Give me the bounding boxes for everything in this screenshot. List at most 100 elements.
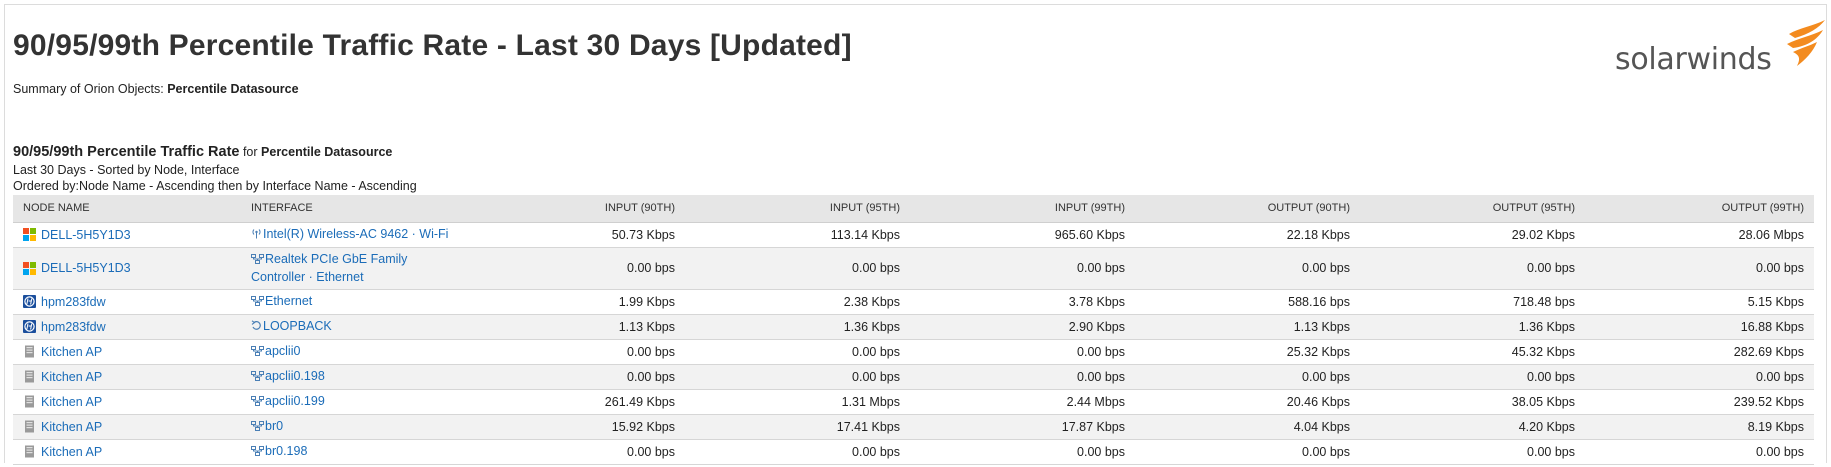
- node-cell: Kitchen AP: [13, 389, 241, 415]
- windows-icon: [23, 261, 36, 275]
- output-99th-value: 282.69 Kbps: [1585, 339, 1814, 365]
- device-icon: [23, 445, 36, 458]
- interface-cell: apclii0.198: [241, 364, 461, 390]
- node-cell: DELL-5H5Y1D3: [13, 222, 241, 248]
- interface-cell: br0.198: [241, 439, 461, 465]
- section-datasource: Percentile Datasource: [261, 145, 393, 159]
- interface-link[interactable]: apclii0.198: [265, 369, 325, 383]
- output-95th-value: 45.32 Kbps: [1360, 339, 1585, 365]
- output-90th-value: 0.00 bps: [1135, 439, 1360, 465]
- node-cell: DELL-5H5Y1D3: [13, 247, 241, 290]
- device-icon: [23, 420, 36, 433]
- input-90th-value: 0.00 bps: [461, 247, 685, 290]
- interface-link[interactable]: Intel(R) Wireless-AC 9462 · Wi-Fi: [263, 227, 448, 241]
- input-95th-value: 1.31 Mbps: [685, 389, 910, 415]
- output-95th-value: 0.00 bps: [1360, 247, 1585, 290]
- node-link[interactable]: Kitchen AP: [41, 395, 102, 409]
- interface-cell: apclii0.199: [241, 389, 461, 415]
- wireless-icon: [251, 227, 262, 244]
- interface-link[interactable]: Ethernet: [265, 294, 312, 308]
- sort-description: Last 30 Days - Sorted by Node, Interface: [13, 163, 240, 177]
- col-interface[interactable]: INTERFACE: [241, 195, 461, 223]
- node-link[interactable]: Kitchen AP: [41, 445, 102, 459]
- output-90th-value: 588.16 bps: [1135, 289, 1360, 315]
- interface-cell: apclii0: [241, 339, 461, 365]
- interface-cell: Ethernet: [241, 289, 461, 315]
- device-icon: [23, 370, 36, 383]
- node-link[interactable]: Kitchen AP: [41, 420, 102, 434]
- output-90th-value: 1.13 Kbps: [1135, 314, 1360, 340]
- table-row: hpm283fdw LOOPBACK 1.13 Kbps 1.36 Kbps 2.90 …: [13, 314, 1814, 340]
- ethernet-icon: [251, 394, 264, 411]
- interface-link[interactable]: Realtek PCIe GbE Family Controller · Eth…: [251, 252, 407, 284]
- ethernet-icon: [251, 252, 264, 269]
- table-row: Kitchen AP apclii0.199 261.49 Kbps 1.31 Mbp…: [13, 389, 1814, 415]
- page-title: 90/95/99th Percentile Traffic Rate - Las…: [13, 29, 852, 62]
- summary-label: Summary of Orion Objects:: [13, 82, 168, 96]
- input-95th-value: 0.00 bps: [685, 364, 910, 390]
- output-99th-value: 239.52 Kbps: [1585, 389, 1814, 415]
- interface-link[interactable]: br0: [265, 419, 283, 433]
- hp-icon: [23, 295, 36, 308]
- section-for-text: for: [239, 145, 262, 159]
- input-95th-value: 0.00 bps: [685, 339, 910, 365]
- output-99th-value: 8.19 Kbps: [1585, 414, 1814, 440]
- col-input-99th[interactable]: INPUT (99TH): [910, 195, 1135, 223]
- input-99th-value: 0.00 bps: [910, 247, 1135, 290]
- col-node-name[interactable]: NODE NAME: [13, 195, 241, 223]
- input-90th-value: 0.00 bps: [461, 439, 685, 465]
- output-95th-value: 0.00 bps: [1360, 439, 1585, 465]
- input-99th-value: 965.60 Kbps: [910, 222, 1135, 248]
- table-row: hpm283fdw Ethernet 1.99 Kbps 2.38 Kbps 3.78 …: [13, 289, 1814, 315]
- node-link[interactable]: Kitchen AP: [41, 370, 102, 384]
- node-cell: Kitchen AP: [13, 439, 241, 465]
- interface-link[interactable]: apclii0.199: [265, 394, 325, 408]
- col-output-99th[interactable]: OUTPUT (99TH): [1585, 195, 1814, 223]
- input-95th-value: 17.41 Kbps: [685, 414, 910, 440]
- input-90th-value: 0.00 bps: [461, 364, 685, 390]
- node-link[interactable]: DELL-5H5Y1D3: [41, 261, 131, 275]
- col-input-90th[interactable]: INPUT (90TH): [461, 195, 685, 223]
- output-99th-value: 5.15 Kbps: [1585, 289, 1814, 315]
- node-cell: Kitchen AP: [13, 414, 241, 440]
- interface-cell: br0: [241, 414, 461, 440]
- col-output-95th[interactable]: OUTPUT (95TH): [1360, 195, 1585, 223]
- output-95th-value: 0.00 bps: [1360, 364, 1585, 390]
- percentile-table: NODE NAME INTERFACE INPUT (90TH) INPUT (…: [13, 195, 1814, 465]
- input-90th-value: 1.13 Kbps: [461, 314, 685, 340]
- input-95th-value: 2.38 Kbps: [685, 289, 910, 315]
- node-link[interactable]: hpm283fdw: [41, 295, 106, 309]
- output-90th-value: 4.04 Kbps: [1135, 414, 1360, 440]
- logo-flame-icon: [1787, 20, 1825, 66]
- output-95th-value: 4.20 Kbps: [1360, 414, 1585, 440]
- loopback-icon: [251, 319, 262, 336]
- table-row: Kitchen AP apclii0.198 0.00 bps 0.00 bps 0.0…: [13, 364, 1814, 390]
- output-99th-value: 0.00 bps: [1585, 247, 1814, 290]
- input-90th-value: 261.49 Kbps: [461, 389, 685, 415]
- output-95th-value: 1.36 Kbps: [1360, 314, 1585, 340]
- logo-text: solarwinds: [1615, 42, 1772, 77]
- order-description: Ordered by:Node Name - Ascending then by…: [13, 179, 417, 193]
- interface-link[interactable]: LOOPBACK: [263, 319, 332, 333]
- section-title-text: 90/95/99th Percentile Traffic Rate: [13, 144, 240, 160]
- output-99th-value: 28.06 Mbps: [1585, 222, 1814, 248]
- output-90th-value: 20.46 Kbps: [1135, 389, 1360, 415]
- node-cell: hpm283fdw: [13, 314, 241, 340]
- node-link[interactable]: Kitchen AP: [41, 345, 102, 359]
- table-row: Kitchen AP br0.198 0.00 bps 0.00 bps 0.00 bp…: [13, 439, 1814, 465]
- node-link[interactable]: DELL-5H5Y1D3: [41, 228, 131, 242]
- col-output-90th[interactable]: OUTPUT (90TH): [1135, 195, 1360, 223]
- col-input-95th[interactable]: INPUT (95TH): [685, 195, 910, 223]
- input-99th-value: 0.00 bps: [910, 339, 1135, 365]
- interface-link[interactable]: br0.198: [265, 444, 307, 458]
- output-90th-value: 25.32 Kbps: [1135, 339, 1360, 365]
- interface-cell: Realtek PCIe GbE Family Controller · Eth…: [241, 247, 461, 290]
- input-99th-value: 3.78 Kbps: [910, 289, 1135, 315]
- interface-link[interactable]: apclii0: [265, 344, 300, 358]
- output-95th-value: 38.05 Kbps: [1360, 389, 1585, 415]
- node-link[interactable]: hpm283fdw: [41, 320, 106, 334]
- input-99th-value: 2.44 Mbps: [910, 389, 1135, 415]
- solarwinds-logo: solarwinds: [1615, 20, 1825, 80]
- interface-cell: LOOPBACK: [241, 314, 461, 340]
- device-icon: [23, 395, 36, 408]
